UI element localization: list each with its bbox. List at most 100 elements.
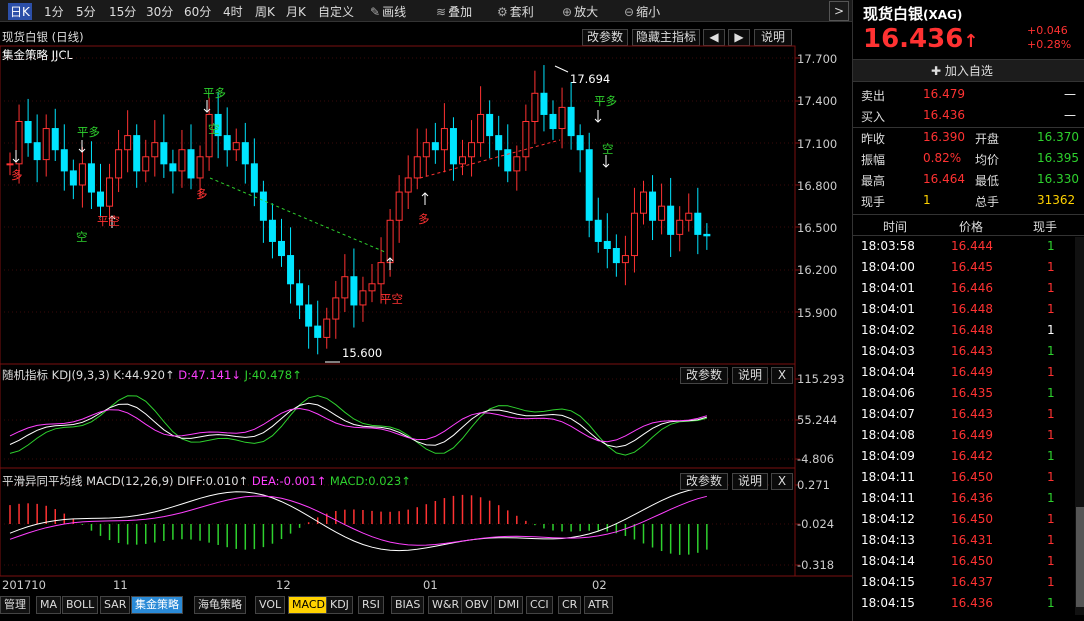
tab-obv[interactable]: OBV [461,596,493,614]
kline-chart[interactable] [0,0,852,596]
date-tick: 11 [113,578,128,592]
macd-help-button[interactable]: 说明 [732,473,768,490]
change-percent: +0.28% [1027,38,1072,51]
tick-row: 18:04:14 16.450 1 [853,552,1075,573]
add-watchlist-button[interactable]: ✚ 加入自选 [931,62,993,79]
tick-row: 18:04:15 16.436 1 [853,594,1075,615]
candle-body [368,283,376,292]
tick-time: 18:04:01 [861,302,915,316]
tab-kdj[interactable]: KDJ [326,596,353,614]
macd-tick: -0.318 [797,558,835,572]
candle-body [232,142,240,151]
macd-edit-params-button[interactable]: 改参数 [680,473,728,490]
stat-label: 均价 [975,153,1000,167]
tick-volume: 1 [1047,239,1055,253]
candle-body [404,177,412,193]
ticks-header-price: 价格 [959,220,984,234]
tick-time: 18:04:06 [861,386,915,400]
candle-body [549,113,557,130]
tick-price: 16.450 [951,470,993,484]
tab-sar[interactable]: SAR [100,596,131,614]
tick-price: 16.437 [951,575,993,589]
macd-close-button[interactable]: X [771,473,793,490]
candle-body [495,135,503,151]
candle-body [33,142,41,161]
tick-time: 18:04:13 [861,533,915,547]
candle-body [459,156,466,165]
candle-body [259,191,267,221]
tick-volume: 1 [1047,596,1055,610]
tick-row: 18:04:12 16.450 1 [853,510,1075,531]
candle-body [15,121,23,165]
tick-time: 18:04:14 [861,554,915,568]
tick-time: 18:04:03 [861,344,915,358]
candle-body [106,177,114,207]
tab-wr[interactable]: W&R [428,596,464,614]
tick-volume: 1 [1047,428,1055,442]
macd-label: 平滑异同平均线 MACD(12,26,9) DIFF:0.010↑ DEA:-0… [2,474,411,488]
tick-row: 18:04:00 16.445 1 [853,258,1075,279]
candle-body [142,156,150,172]
candle-body [440,128,448,151]
tick-row: 18:04:09 16.442 1 [853,447,1075,468]
candle-body [486,113,494,137]
candle-body [567,106,575,137]
tick-scrollbar[interactable] [1075,237,1084,615]
candle-body [685,212,693,221]
tab-atr[interactable]: ATR [584,596,614,614]
indicator-tabs: 管理 MA BOLL SAR 集金策略 海龟策略 VOL MACD KDJ RS… [0,596,852,615]
stat-label: 昨收 [861,132,886,146]
candle-body [585,149,593,221]
tab-boll[interactable]: BOLL [62,596,99,614]
instrument-name: 现货白银(XAG) [863,5,963,23]
ticks-header-time: 时间 [883,220,908,234]
candle-body [178,149,186,172]
price-tick: 17.400 [797,94,838,108]
candle-body [431,142,439,151]
candle-body [196,156,204,179]
buy-label: 买入 [861,110,886,124]
candle-body [341,276,349,299]
tab-macd[interactable]: MACD [288,596,329,614]
tab-cr[interactable]: CR [558,596,582,614]
tick-row: 18:04:02 16.448 1 [853,321,1075,342]
tab-turtle[interactable]: 海龟策略 [194,596,246,614]
kdj-help-button[interactable]: 说明 [732,367,768,384]
candle-body [69,170,77,186]
candle-body [314,325,322,338]
tick-row: 18:04:15 16.437 1 [853,573,1075,594]
tick-volume: 1 [1047,260,1055,274]
tab-jjcl[interactable]: 集金策略 [131,596,183,614]
candle-body [658,205,666,221]
tab-manage[interactable]: 管理 [0,596,30,614]
tab-vol[interactable]: VOL [255,596,286,614]
signal-duo: 多 [418,212,430,226]
tab-rsi[interactable]: RSI [358,596,384,614]
tick-volume: 1 [1047,386,1055,400]
candle-body [477,113,485,144]
kdj-close-button[interactable]: X [771,367,793,384]
candle-body [287,255,295,285]
tick-row: 18:04:08 16.449 1 [853,426,1075,447]
tick-row: 18:04:07 16.443 1 [853,405,1075,426]
tick-price: 16.449 [951,365,993,379]
tab-dmi[interactable]: DMI [494,596,524,614]
kdj-edit-params-button[interactable]: 改参数 [680,367,728,384]
tab-ma[interactable]: MA [36,596,62,614]
candle-body [413,156,421,179]
tick-price: 16.445 [951,260,993,274]
tick-volume: 1 [1047,281,1055,295]
candle-body [60,149,68,172]
signal-pingkong: 平空 [97,214,120,228]
candle-body [250,163,258,193]
high-marker [554,65,569,73]
tick-price: 16.443 [951,344,993,358]
candle-body [612,248,620,264]
stat-label: 振幅 [861,153,886,167]
candle-body [531,92,539,122]
candle-body [350,276,358,306]
stat-value: 31362 [1037,193,1076,207]
tick-volume: 1 [1047,407,1055,421]
tab-cci[interactable]: CCI [526,596,553,614]
tab-bias[interactable]: BIAS [391,596,425,614]
